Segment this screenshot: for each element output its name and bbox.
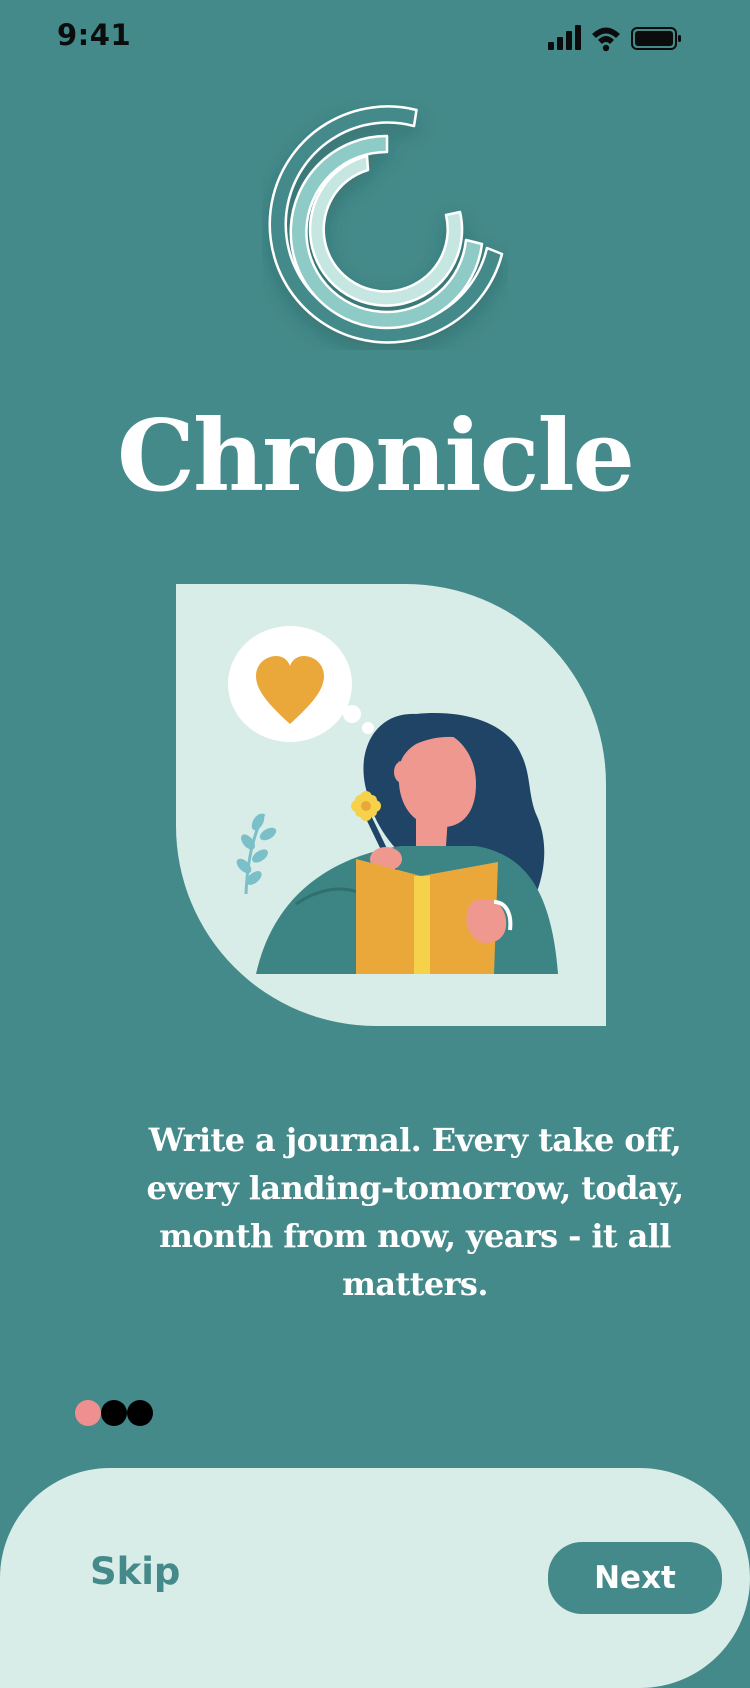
page-dot <box>127 1400 153 1426</box>
chronicle-logo-icon <box>262 100 508 350</box>
app-title: Chronicle <box>117 399 635 514</box>
next-button[interactable]: Next <box>548 1542 722 1614</box>
onboarding-tagline: Write a journal. Every take off, every l… <box>146 1121 684 1303</box>
hero-illustration-card <box>176 584 606 1026</box>
signal-icon <box>548 25 581 50</box>
page-dot-active <box>75 1400 101 1426</box>
wifi-icon <box>592 27 620 52</box>
thought-bubble <box>228 626 374 742</box>
status-bar: 9:41 <box>0 0 750 80</box>
skip-button[interactable]: Skip <box>90 1550 180 1593</box>
status-time: 9:41 <box>57 18 132 52</box>
status-icons <box>548 24 684 58</box>
plant-sprig <box>236 813 277 895</box>
page-dot <box>101 1400 127 1426</box>
battery-icon <box>631 27 681 50</box>
woman-journaling-illustration <box>228 626 558 974</box>
